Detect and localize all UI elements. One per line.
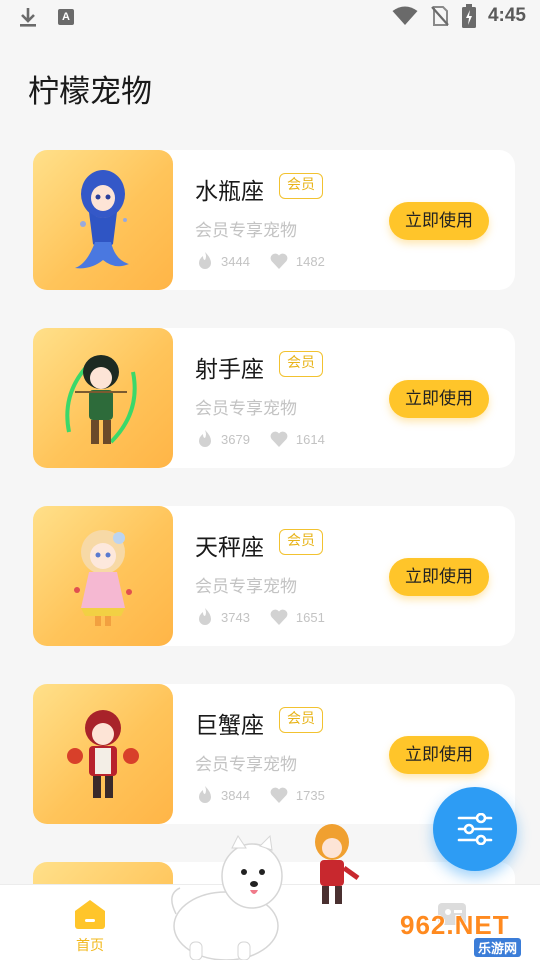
watermark-sub: 乐游网: [474, 938, 522, 957]
member-badge: 会员: [279, 173, 323, 199]
pet-name: 射手座: [195, 357, 264, 383]
hot-count: 3679: [221, 431, 250, 447]
accessibility-a-icon: A: [58, 9, 74, 25]
page-title: 柠檬宠物: [28, 74, 152, 110]
use-now-button[interactable]: 立即使用: [389, 736, 489, 774]
pet-thumbnail: [33, 506, 173, 646]
like-count: 1482: [295, 253, 325, 269]
mini-character-pet-overlay[interactable]: [302, 820, 362, 908]
heart-icon: [270, 609, 288, 625]
member-badge: 会员: [279, 707, 323, 733]
battery-icon: [461, 4, 476, 28]
pet-card[interactable]: 水瓶座 会员 会员专享宠物 3444 1482 立即使用: [33, 150, 515, 290]
watermark-logo: 962.NET 乐游网: [400, 910, 536, 957]
pet-stats: 3679 1614: [197, 430, 345, 448]
pet-card[interactable]: 射手座 会员 会员专享宠物 3679 1614 立即使用: [33, 328, 515, 468]
like-count: 1735: [295, 787, 325, 803]
flame-icon: [199, 608, 211, 625]
nav-home-label: 首页: [76, 938, 104, 954]
filter-sliders-icon: [457, 813, 493, 845]
clock: 4:45: [487, 5, 526, 26]
no-sim-icon: [431, 6, 449, 26]
hot-count: 3444: [221, 253, 250, 269]
use-now-button[interactable]: 立即使用: [389, 558, 489, 596]
libra-girl-image: [74, 530, 132, 626]
pet-description: 会员专享宠物: [195, 221, 297, 241]
pet-thumbnail: [33, 328, 173, 468]
hot-count: 3844: [221, 787, 250, 803]
flame-icon: [199, 430, 211, 447]
flame-icon: [199, 786, 211, 803]
cancer-crab-boy-image: [67, 710, 139, 798]
use-now-button[interactable]: 立即使用: [389, 380, 489, 418]
heart-icon: [270, 787, 288, 803]
pet-name: 水瓶座: [195, 179, 264, 205]
use-now-button[interactable]: 立即使用: [389, 202, 489, 240]
samoyed-dog-pet-overlay[interactable]: [168, 834, 288, 960]
nav-home-tab[interactable]: 首页: [70, 899, 110, 955]
filter-button[interactable]: [433, 787, 517, 871]
like-count: 1651: [295, 609, 325, 625]
pet-name: 巨蟹座: [195, 713, 264, 739]
pet-description: 会员专享宠物: [195, 577, 297, 597]
pet-description: 会员专享宠物: [195, 399, 297, 419]
member-badge: 会员: [279, 529, 323, 555]
aquarius-mermaid-image: [75, 170, 129, 269]
pet-thumbnail: [33, 150, 173, 290]
pet-stats: 3444 1482: [197, 252, 345, 270]
member-badge: 会员: [279, 351, 323, 377]
pet-name: 天秤座: [195, 535, 264, 561]
pet-card[interactable]: 天秤座 会员 会员专享宠物 3743 1651 立即使用: [33, 506, 515, 646]
status-bar: A 4:45: [0, 0, 540, 36]
flame-icon: [199, 252, 211, 269]
wifi-icon: [392, 6, 418, 25]
pet-stats: 3844 1735: [197, 786, 345, 804]
hot-count: 3743: [221, 609, 250, 625]
sagittarius-archer-image: [65, 355, 137, 444]
heart-icon: [270, 253, 288, 269]
download-icon: [20, 8, 36, 27]
home-icon: [75, 900, 105, 929]
pet-thumbnail: [33, 684, 173, 824]
watermark-main: 962.NET: [400, 910, 510, 940]
pet-stats: 3743 1651: [197, 608, 345, 626]
pet-description: 会员专享宠物: [195, 755, 297, 775]
heart-icon: [270, 431, 288, 447]
like-count: 1614: [295, 431, 325, 447]
